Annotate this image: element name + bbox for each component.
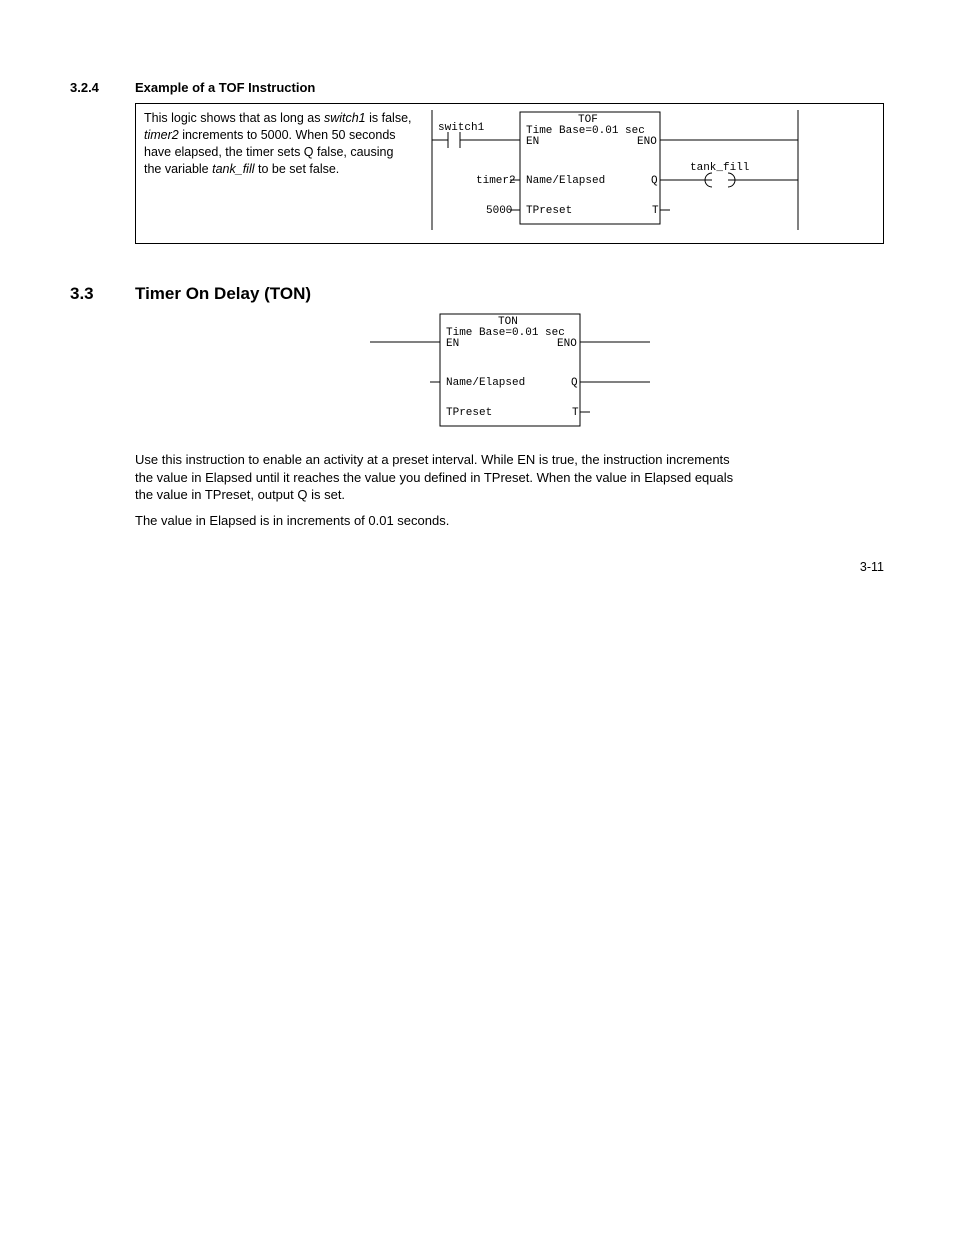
ton-q: Q [571, 377, 578, 389]
label-5000: 5000 [486, 205, 512, 217]
heading-324-number: 3.2.4 [70, 80, 135, 95]
ton-tpreset: TPreset [446, 407, 492, 419]
ton-paragraph-2: The value in Elapsed is in increments of… [135, 512, 735, 530]
label-timer2: timer2 [476, 175, 516, 187]
heading-33: 3.3 Timer On Delay (TON) [70, 284, 884, 304]
tof-en: EN [526, 136, 539, 148]
heading-33-title: Timer On Delay (TON) [135, 284, 311, 304]
text-fragment: to be set false. [255, 162, 340, 176]
label-switch1: switch1 [438, 122, 485, 134]
ton-ladder-diagram: TON Time Base=0.01 sec EN ENO Name/Elaps… [360, 312, 660, 433]
label-tank-fill: tank_fill [690, 162, 749, 174]
ton-diagram-container: TON Time Base=0.01 sec EN ENO Name/Elaps… [135, 312, 884, 433]
page-number: 3-11 [860, 560, 884, 574]
tof-tpreset: TPreset [526, 205, 572, 217]
ton-en: EN [446, 338, 459, 350]
heading-324: 3.2.4 Example of a TOF Instruction [70, 80, 884, 95]
text-italic: switch1 [324, 111, 366, 125]
text-fragment: This logic shows that as long as [144, 111, 324, 125]
ton-t: T [572, 407, 579, 419]
text-fragment: is false, [366, 111, 412, 125]
text-italic: tank_fill [212, 162, 254, 176]
tof-t: T [652, 205, 659, 217]
ton-time-base: Time Base=0.01 sec [446, 327, 565, 339]
ton-eno: ENO [557, 338, 577, 350]
tof-ladder-svg: switch1 TOF Time Base=0.01 sec EN ENO ti… [430, 110, 800, 230]
text-italic: timer2 [144, 128, 179, 142]
tof-time-base: Time Base=0.01 sec [526, 125, 645, 137]
ton-description: Use this instruction to enable an activi… [135, 451, 735, 529]
tof-ladder-diagram: switch1 TOF Time Base=0.01 sec EN ENO ti… [422, 110, 875, 233]
tof-eno: ENO [637, 136, 657, 148]
tof-example-text: This logic shows that as long as switch1… [144, 110, 422, 178]
heading-324-title: Example of a TOF Instruction [135, 80, 315, 95]
page: 3.2.4 Example of a TOF Instruction This … [0, 0, 954, 1235]
ton-name-elapsed: Name/Elapsed [446, 377, 525, 389]
tof-name-elapsed: Name/Elapsed [526, 175, 605, 187]
ton-ladder-svg: TON Time Base=0.01 sec EN ENO Name/Elaps… [360, 312, 660, 430]
tof-q: Q [651, 175, 658, 187]
tof-example-box: This logic shows that as long as switch1… [135, 103, 884, 244]
heading-33-number: 3.3 [70, 284, 135, 304]
ton-paragraph-1: Use this instruction to enable an activi… [135, 451, 735, 504]
